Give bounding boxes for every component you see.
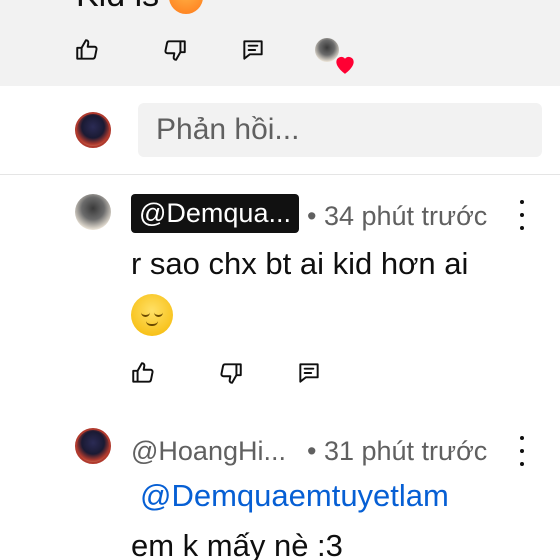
reply-timestamp: • 34 phút trước — [307, 201, 488, 231]
comment-reply-icon[interactable] — [294, 358, 324, 388]
reply-text: r sao chx bt ai kid hơn ai — [131, 246, 469, 281]
section-divider — [0, 174, 560, 175]
thumbs-up-icon[interactable] — [72, 35, 102, 65]
angry-face-emoji-icon — [169, 0, 204, 15]
relieved-face-emoji-icon — [131, 294, 173, 336]
creator-heart-button[interactable] — [312, 35, 354, 74]
reply-author-handle[interactable]: @Demqua... — [131, 194, 299, 233]
reply-text: em k mấy nè :3 — [131, 528, 343, 560]
creator-heart-icon — [336, 56, 354, 74]
comment-text: Kid is — [76, 0, 204, 15]
mention-link[interactable]: @Demquaemtuyetlam — [140, 478, 449, 514]
thumbs-down-icon[interactable] — [216, 358, 246, 388]
reply-timestamp: • 31 phút trước — [307, 436, 488, 466]
highlighted-comment: Kid is — [0, 0, 560, 86]
reply-input-placeholder: Phản hồi... — [156, 113, 300, 146]
more-options-icon[interactable] — [514, 200, 530, 230]
comment-actions — [72, 35, 354, 74]
reply-input[interactable]: Phản hồi... — [138, 103, 542, 157]
thumbs-down-icon[interactable] — [160, 35, 190, 65]
reply-author-handle[interactable]: @HoangHi... — [131, 436, 286, 467]
reply-actions — [128, 358, 324, 388]
comment-reply-icon[interactable] — [238, 35, 268, 65]
current-user-avatar — [75, 112, 111, 148]
avatar[interactable] — [75, 194, 111, 230]
avatar[interactable] — [75, 428, 111, 464]
thumbs-up-icon[interactable] — [128, 358, 158, 388]
more-options-icon[interactable] — [514, 436, 530, 466]
